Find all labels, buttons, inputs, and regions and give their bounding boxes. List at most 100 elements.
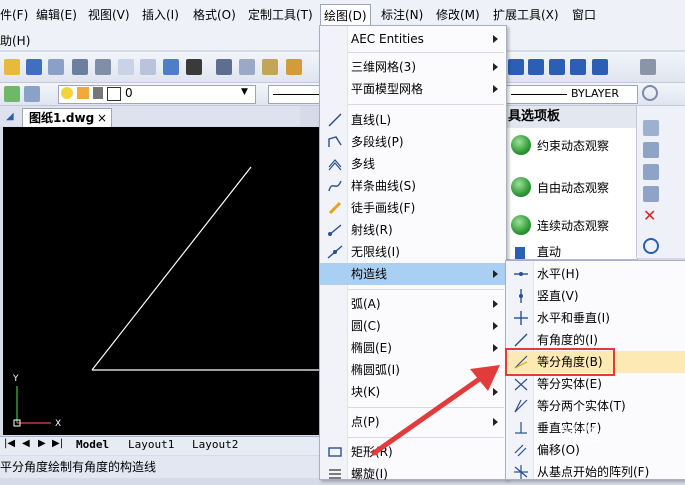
submenu-item-vertical[interactable]: 竖直(V) [506, 285, 685, 307]
ray-icon [328, 224, 342, 236]
menu-item-xline[interactable]: 无限线(I) [320, 241, 506, 263]
menu-insert[interactable]: 插入(I) [142, 6, 179, 24]
layer-state-icon[interactable] [24, 86, 40, 102]
plot-icon[interactable] [95, 59, 111, 75]
layer-manager-icon[interactable] [4, 86, 20, 102]
menu-item-spline[interactable]: 样条曲线(S) [320, 175, 506, 197]
menu-dimension[interactable]: 标注(N) [381, 6, 423, 24]
menu-item-3d-mesh[interactable]: 三维网格(3) [320, 56, 506, 78]
preview-icon[interactable] [118, 59, 134, 75]
back-arrow-icon[interactable] [640, 59, 656, 75]
menu-custom-tools[interactable]: 定制工具(T) [248, 6, 313, 24]
layer-dropdown[interactable]: 0 ▼ [58, 85, 256, 104]
match-properties-icon[interactable] [286, 59, 302, 75]
nav-next-icon[interactable]: ▶ [38, 438, 46, 449]
publish-icon[interactable] [140, 59, 156, 75]
menu-file[interactable]: 件(F) [0, 6, 28, 24]
delete-icon[interactable]: ✕ [643, 206, 656, 225]
document-tab-label: 图纸1.dwg [29, 111, 95, 125]
submenu-item-bisect-two-entities[interactable]: 等分两个实体(T) [506, 395, 685, 417]
submenu-arrow-icon [493, 322, 498, 330]
submenu-arrow-icon [493, 300, 498, 308]
copy-icon[interactable] [239, 59, 255, 75]
menu-item-construction-line[interactable]: 构造线 [320, 263, 506, 285]
submenu-item-horizontal[interactable]: 水平(H) [506, 263, 685, 285]
palette-item-continuous-orbit[interactable]: 连续动态观察 [507, 211, 635, 241]
paste-icon[interactable] [262, 59, 278, 75]
pin-icon: ◢ [6, 111, 14, 122]
direct-icon [515, 247, 525, 259]
submenu-item-horizontal-vertical[interactable]: 水平和垂直(I) [506, 307, 685, 329]
zoom-icon[interactable] [643, 238, 659, 254]
drawing-canvas[interactable]: Y X [3, 127, 321, 435]
drawn-line-diagonal[interactable] [91, 166, 252, 371]
menu-view[interactable]: 视图(V) [88, 6, 130, 24]
lineweight-dropdown[interactable]: BYLAYER [506, 85, 638, 104]
sun-icon [77, 87, 89, 99]
spell-check-icon[interactable] [163, 59, 179, 75]
menu-item-polyline[interactable]: 多段线(P) [320, 131, 506, 153]
palette-item-constrained-orbit[interactable]: 约束动态观察 [507, 131, 635, 161]
spell-text-icon[interactable] [592, 59, 608, 75]
tab-layout2[interactable]: Layout2 [192, 438, 238, 451]
menu-item-multiline[interactable]: 多线 [320, 153, 506, 175]
menu-item-circle[interactable]: 圆(C) [320, 315, 506, 337]
menu-extend-tools[interactable]: 扩展工具(X) [493, 6, 559, 24]
horizontal-xline-icon [514, 272, 528, 276]
menu-help[interactable]: 助(H) [0, 32, 30, 49]
save-as-icon[interactable] [48, 59, 64, 75]
current-layer-name: 0 [125, 86, 133, 100]
arrow-shaft [371, 370, 491, 456]
save-icon[interactable] [26, 59, 42, 75]
right-toolbar: ✕ [636, 106, 685, 258]
close-icon[interactable]: × [97, 109, 107, 127]
menu-item-ray[interactable]: 射线(R) [320, 219, 506, 241]
polyline-icon [328, 136, 342, 147]
nav-first-icon[interactable]: |◀ [4, 438, 15, 449]
tool-grid-icon[interactable] [643, 120, 659, 136]
angled-xline-icon [514, 333, 528, 347]
tab-model[interactable]: Model [76, 438, 109, 451]
tool-stack-icon[interactable] [643, 186, 659, 202]
menu-separator [348, 289, 504, 290]
menu-format[interactable]: 格式(O) [193, 6, 236, 24]
menu-edit[interactable]: 编辑(E) [36, 6, 77, 24]
menu-item-planar-mesh[interactable]: 平面模型网格 [320, 78, 506, 100]
menu-item-arc[interactable]: 弧(A) [320, 293, 506, 315]
nav-last-icon[interactable]: ▶| [52, 438, 63, 449]
tool-copy-icon[interactable] [643, 142, 659, 158]
menu-item-aec-entities[interactable]: AEC Entities [320, 28, 506, 50]
text-edit-icon[interactable] [549, 59, 565, 75]
tab-layout1[interactable]: Layout1 [128, 438, 174, 451]
chevron-down-icon: ▼ [241, 87, 248, 97]
menu-item-freehand[interactable]: 徒手画线(F) [320, 197, 506, 219]
submenu-arrow-icon [493, 85, 498, 93]
print-icon[interactable] [72, 59, 88, 75]
multiline-icon [328, 159, 342, 171]
find-text-icon[interactable] [570, 59, 586, 75]
tool-palette: 约束动态观察 自由动态观察 连续动态观察 直动 [506, 106, 638, 260]
menu-window[interactable]: 窗口 [572, 6, 596, 24]
layout-tab-bar: |◀ ◀ ▶ ▶| Model Layout1 Layout2 [0, 436, 320, 455]
submenu-item-array-from-base[interactable]: 从基点开始的阵列(F) [506, 461, 685, 483]
palette-item-direct[interactable]: 直动 [507, 245, 635, 259]
orbit-icon[interactable] [642, 85, 658, 101]
ucs-x-label: X [55, 419, 61, 429]
submenu-arrow-icon [493, 270, 498, 278]
lock-icon [93, 87, 103, 99]
document-tab[interactable]: 图纸1.dwg × [22, 108, 112, 127]
palette-item-free-orbit[interactable]: 自由动态观察 [507, 173, 635, 203]
array-icon [514, 465, 528, 479]
cut-icon[interactable] [216, 59, 232, 75]
menu-item-line[interactable]: 直线(L) [320, 109, 506, 131]
nav-prev-icon[interactable]: ◀ [22, 438, 30, 449]
text-style-icon[interactable] [508, 59, 524, 75]
menu-modify[interactable]: 修改(M) [436, 6, 480, 24]
line-icon [328, 113, 342, 127]
menu-item-helix[interactable]: 螺旋(I) [320, 463, 506, 485]
find-icon[interactable] [186, 59, 202, 75]
open-icon[interactable] [4, 59, 20, 75]
tool-refresh-icon[interactable] [643, 164, 659, 180]
mtext-icon[interactable] [528, 59, 544, 75]
submenu-item-bisect-entity[interactable]: 等分实体(E) [506, 373, 685, 395]
